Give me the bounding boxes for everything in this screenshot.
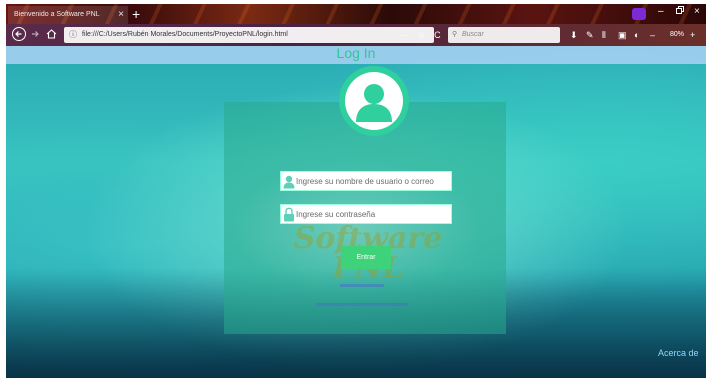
- page-content: Log In Software PNL: [6, 45, 706, 378]
- zoom-level[interactable]: 80%: [670, 27, 684, 43]
- password-field[interactable]: [280, 204, 452, 224]
- restore-icon[interactable]: [676, 6, 684, 17]
- browser-tab[interactable]: Bienvenido a Software PNL ×: [8, 6, 128, 24]
- tab-close-icon[interactable]: ×: [118, 6, 124, 24]
- search-placeholder: Buscar: [462, 31, 484, 38]
- tab-bar: Bienvenido a Software PNL × + – ×: [6, 4, 706, 24]
- library-icon[interactable]: ⫴: [602, 27, 606, 43]
- page-actions-menu-icon[interactable]: ···: [400, 30, 409, 40]
- enter-button[interactable]: Entrar: [341, 246, 391, 269]
- page-title: Log In: [336, 45, 376, 61]
- private-mask-icon: [632, 8, 646, 20]
- tools-icon[interactable]: ✎: [586, 27, 594, 43]
- reload-icon[interactable]: C: [434, 30, 441, 40]
- user-avatar-icon: [339, 66, 409, 136]
- tab-title: Bienvenido a Software PNL: [14, 11, 100, 18]
- sidebar-icon[interactable]: ▣: [618, 27, 627, 43]
- address-bar[interactable]: ⓘ file:///C:/Users/Rubén Morales/Documen…: [64, 27, 434, 43]
- page-actions: ··· ☆ C: [400, 27, 441, 43]
- username-input[interactable]: [296, 172, 451, 190]
- username-field[interactable]: [280, 171, 452, 191]
- navigation-bar: ⓘ file:///C:/Users/Rubén Morales/Documen…: [6, 24, 706, 46]
- search-icon: ⚲: [452, 31, 458, 38]
- extension-icon[interactable]: ◐: [634, 27, 639, 43]
- forward-arrow-icon[interactable]: [30, 27, 40, 45]
- minimize-button[interactable]: –: [658, 6, 664, 17]
- home-icon[interactable]: [46, 27, 57, 45]
- zoom-in-icon[interactable]: +: [690, 27, 695, 43]
- link-underlined-2[interactable]: [302, 302, 422, 310]
- url-text: file:///C:/Users/Rubén Morales/Documents…: [82, 31, 288, 38]
- back-arrow-icon[interactable]: [12, 27, 26, 45]
- browser-window: Bienvenido a Software PNL × + – × ⓘ file…: [6, 4, 706, 378]
- zoom-out-icon[interactable]: –: [650, 27, 655, 43]
- download-icon[interactable]: ⬇: [570, 27, 578, 43]
- about-link[interactable]: Acerca de: [658, 348, 699, 358]
- user-icon: [283, 175, 295, 189]
- password-input[interactable]: [296, 205, 451, 223]
- search-bar[interactable]: ⚲ Buscar: [448, 27, 560, 43]
- bookmark-star-icon[interactable]: ☆: [418, 30, 426, 40]
- close-window-button[interactable]: ×: [694, 6, 700, 17]
- info-icon[interactable]: ⓘ: [69, 27, 77, 43]
- new-tab-button[interactable]: +: [132, 5, 140, 23]
- link-underlined-1[interactable]: [312, 283, 412, 291]
- lock-icon: [284, 207, 294, 222]
